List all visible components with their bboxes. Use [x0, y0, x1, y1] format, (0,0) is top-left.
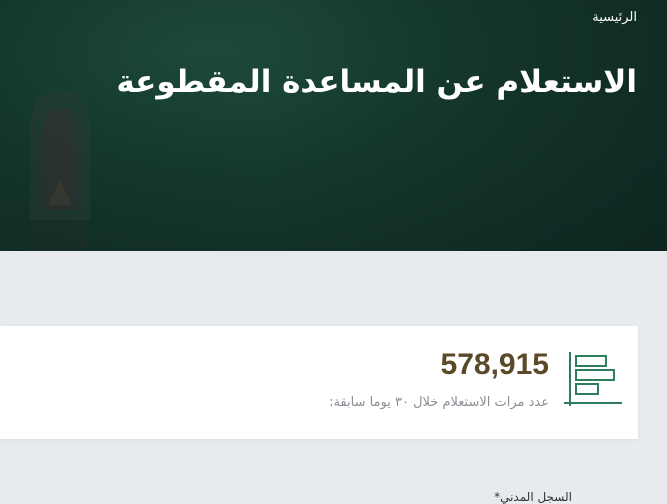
bar-chart-icon: [564, 352, 622, 406]
page-title: الاستعلام عن المساعدة المقطوعة: [116, 64, 637, 100]
hero-overlay: [0, 0, 667, 251]
stats-card: 578,915 عدد مرات الاستعلام خلال ٣٠ يوما …: [0, 326, 638, 439]
national-id-field-label: السجل المدني*: [490, 490, 572, 504]
breadcrumb-home-link[interactable]: الرئيسية: [592, 10, 637, 25]
hero-banner: الرئيسية الاستعلام عن المساعدة المقطوعة: [0, 0, 667, 251]
national-id-label-text: السجل المدني: [500, 490, 572, 504]
inquiry-count-value: 578,915: [440, 348, 549, 381]
inquiry-count-label: عدد مرات الاستعلام خلال ٣٠ يوما سابقة:: [329, 395, 549, 410]
